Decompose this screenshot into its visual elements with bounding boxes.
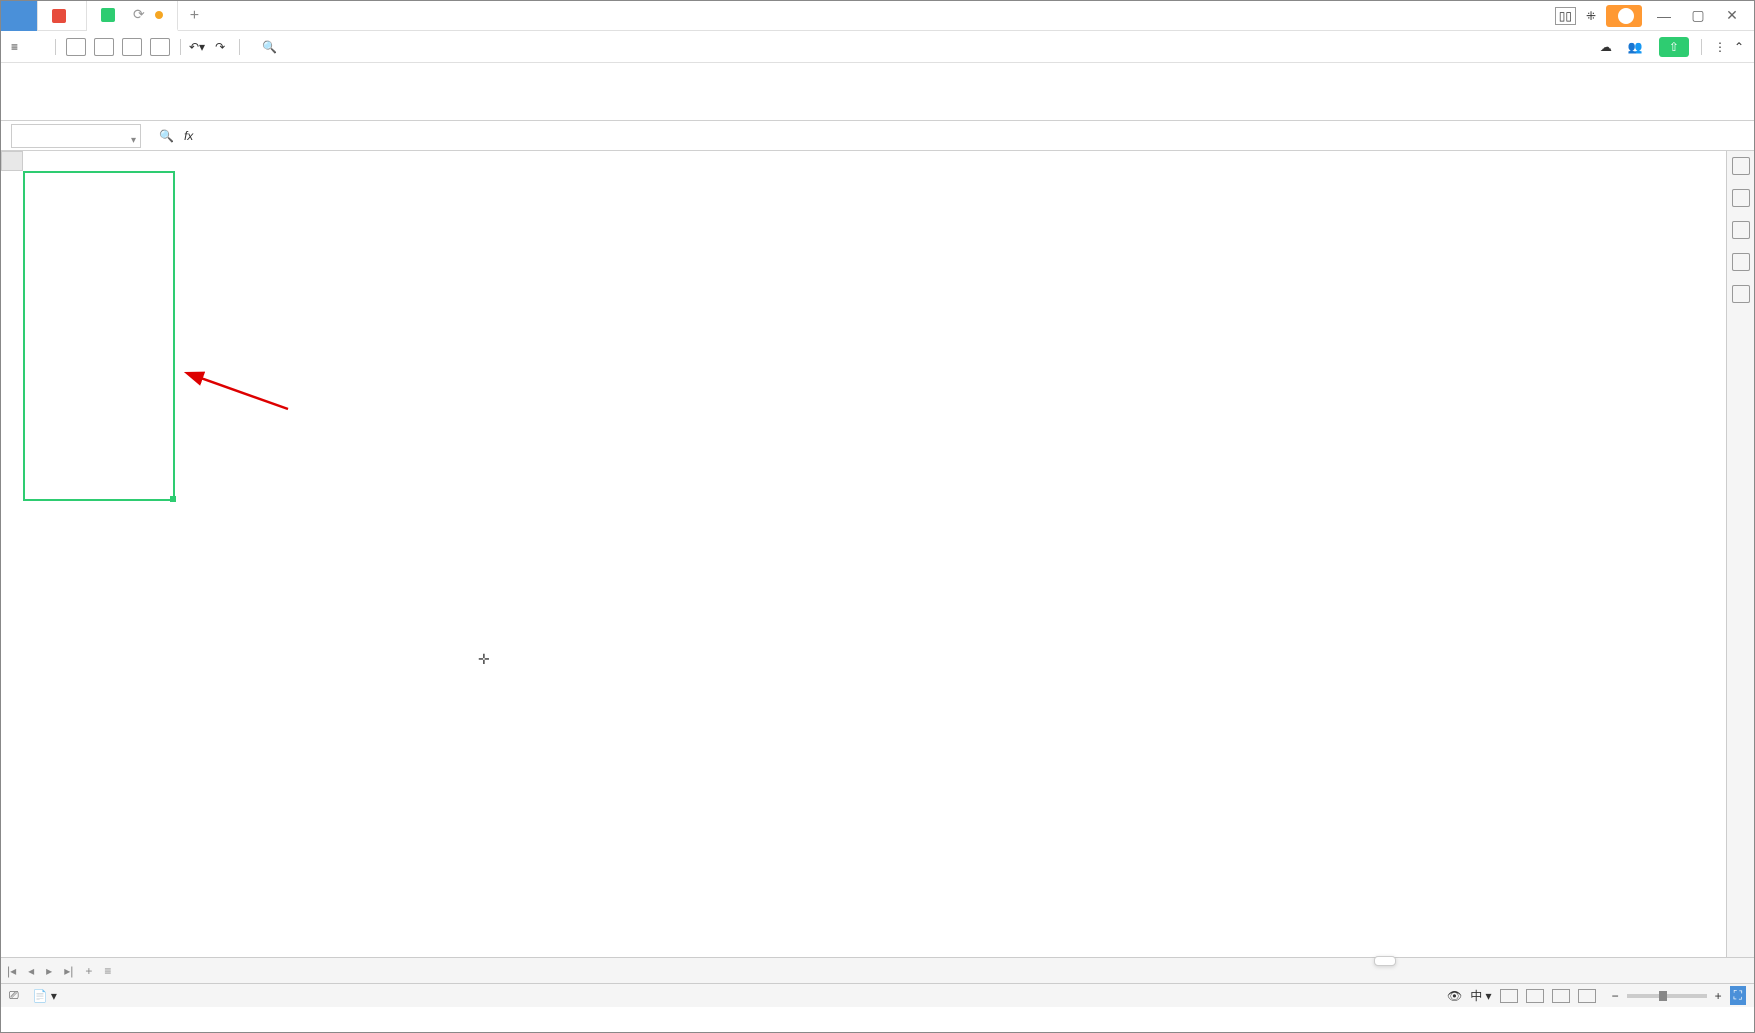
fullscreen-icon[interactable]: ⛶ [1730,986,1746,1005]
spreadsheet-grid: ✛ [1,151,1754,957]
zoom-slider[interactable] [1627,994,1707,998]
sheet-list-button[interactable]: ≡ [98,964,117,978]
save-icon[interactable] [66,38,86,56]
panel-filter-icon[interactable] [1732,221,1750,239]
preview-icon[interactable] [122,38,142,56]
add-sheet-button[interactable]: + [79,964,98,978]
close-button[interactable]: ✕ [1720,7,1744,24]
view-layout-button[interactable] [1526,989,1544,1003]
panel-settings-icon[interactable] [1732,285,1750,303]
menu-bar: ≡ ↶▾ ↷ 🔍 ☁ 👥 ⇧ ⋮ ⌃ [1,31,1754,63]
more-menu-icon[interactable]: ⋮ [1714,40,1726,54]
formula-bar: ▾ 🔍 fx [1,121,1754,151]
selection-range [23,171,175,501]
status-aggregate [71,989,88,1003]
sheet-nav-first[interactable]: |◂ [1,964,22,978]
name-box[interactable]: ▾ [11,124,141,148]
ime-indicator[interactable] [1374,956,1396,966]
undo-icon[interactable]: ↶▾ [189,40,205,54]
view-normal-button[interactable] [1500,989,1518,1003]
side-panel [1726,151,1754,957]
panel-backup-icon[interactable] [1732,253,1750,271]
select-all-corner[interactable] [1,151,23,171]
sheet-tab-bar: |◂ ◂ ▸ ▸| + ≡ [1,957,1754,983]
sheet-nav-next[interactable]: ▸ [40,964,58,978]
fx-icon[interactable]: fx [184,129,193,143]
redo-icon[interactable]: ↷ [215,40,225,54]
docer-tab[interactable] [38,1,87,31]
sheet-nav-last[interactable]: ▸| [58,964,79,978]
file-tab[interactable]: ⟳ [87,1,178,31]
print-icon[interactable] [94,38,114,56]
new-tab-button[interactable]: + [178,7,211,25]
docer-icon [52,9,66,23]
status-bar: ⎚ 📄 ▾ 👁 中 ▾ − + ⛶ [1,983,1754,1007]
login-button[interactable] [1606,5,1642,27]
hamburger-icon[interactable]: ≡ [11,40,27,54]
panel-style-icon[interactable] [1732,189,1750,207]
sheet-nav-prev[interactable]: ◂ [22,964,40,978]
collab-icon[interactable]: 👥 [1628,40,1643,54]
collapse-ribbon-icon[interactable]: ⌃ [1734,40,1744,54]
file-menu[interactable] [31,45,47,49]
layout-icon[interactable]: ▯▯ [1555,7,1576,25]
cloud-icon[interactable]: ☁ [1600,40,1612,54]
status-mode-icon[interactable]: ⎚ [9,988,19,1003]
status-eye-icon[interactable]: 👁 [1447,989,1462,1003]
unsaved-dot-icon [155,11,163,19]
status-chinese-icon[interactable]: 中 ▾ [1470,987,1491,1004]
home-tab[interactable] [1,1,38,31]
zoom-in-button[interactable]: + [1715,989,1722,1003]
sheet-icon [101,8,115,22]
view-break-button[interactable] [1552,989,1570,1003]
search-icon[interactable]: 🔍 [262,40,277,54]
share-button[interactable]: ⇧ [1659,37,1689,57]
apps-icon[interactable]: ⁜ [1586,9,1596,23]
panel-select-icon[interactable] [1732,157,1750,175]
status-calc-icon[interactable]: 📄 ▾ [33,989,57,1003]
maximize-button[interactable]: ▢ [1686,7,1710,24]
minimize-button[interactable]: — [1652,8,1676,24]
zoom-formula-icon[interactable]: 🔍 [159,129,174,143]
title-bar: ⟳ + ▯▯ ⁜ — ▢ ✕ [1,1,1754,31]
ribbon [1,63,1754,121]
view-read-button[interactable] [1578,989,1596,1003]
avatar-icon [1618,8,1634,24]
cell-cursor-icon: ✛ [478,651,490,668]
zoom-out-button[interactable]: − [1612,989,1619,1003]
cut-icon[interactable] [150,38,170,56]
tab-refresh-icon[interactable]: ⟳ [133,6,145,23]
